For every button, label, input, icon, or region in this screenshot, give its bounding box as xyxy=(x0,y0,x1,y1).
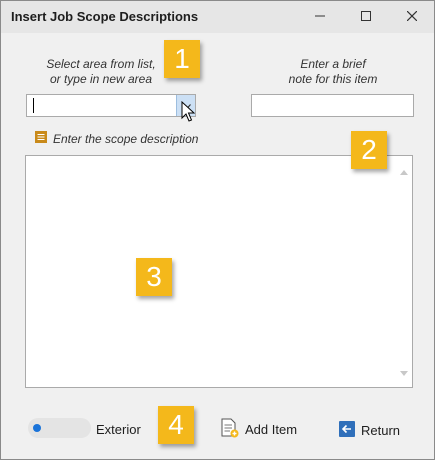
close-icon xyxy=(406,8,418,26)
exterior-toggle-label: Exterior xyxy=(96,422,141,437)
text-caret xyxy=(33,98,34,113)
minimize-icon xyxy=(315,8,325,26)
add-item-button[interactable]: Add Item xyxy=(221,417,297,441)
note-label: Enter a brief note for this item xyxy=(263,57,403,87)
add-item-label: Add Item xyxy=(245,421,298,437)
return-button[interactable]: Return xyxy=(339,418,400,442)
callout-badge-1: 1 xyxy=(164,40,200,78)
area-label-line2: or type in new area xyxy=(49,72,153,86)
arrow-left-icon xyxy=(339,420,355,440)
scroll-down-icon[interactable] xyxy=(400,363,408,381)
area-label-line1: Select area from list, xyxy=(46,57,156,71)
area-combobox[interactable] xyxy=(26,94,196,117)
callout-badge-4: 4 xyxy=(158,406,194,444)
scroll-up-icon[interactable] xyxy=(400,162,408,180)
toggle-knob xyxy=(33,424,41,432)
return-label: Return xyxy=(361,422,401,438)
mouse-pointer-icon xyxy=(181,100,196,128)
maximize-button[interactable] xyxy=(343,1,389,33)
callout-badge-2: 2 xyxy=(351,131,387,169)
vertical-scrollbar[interactable] xyxy=(396,156,412,387)
exterior-toggle[interactable] xyxy=(28,418,91,438)
add-document-icon xyxy=(221,418,239,441)
title-bar[interactable]: Insert Job Scope Descriptions xyxy=(1,1,434,33)
window-title: Insert Job Scope Descriptions xyxy=(11,9,199,24)
note-label-line1: Enter a brief xyxy=(300,57,366,71)
callout-badge-3: 3 xyxy=(136,258,172,296)
note-input[interactable] xyxy=(251,94,414,117)
minimize-button[interactable] xyxy=(297,1,343,33)
scope-label-row: Enter the scope description xyxy=(35,131,198,147)
scope-label: Enter the scope description xyxy=(53,132,199,146)
close-button[interactable] xyxy=(389,1,434,33)
note-label-line2: note for this item xyxy=(288,72,378,86)
maximize-icon xyxy=(361,8,371,26)
document-lines-icon xyxy=(35,130,47,148)
area-label: Select area from list, or type in new ar… xyxy=(41,57,161,87)
dialog-window: Insert Job Scope Descriptions Select are… xyxy=(0,0,435,460)
scope-description-textarea[interactable] xyxy=(25,155,413,388)
